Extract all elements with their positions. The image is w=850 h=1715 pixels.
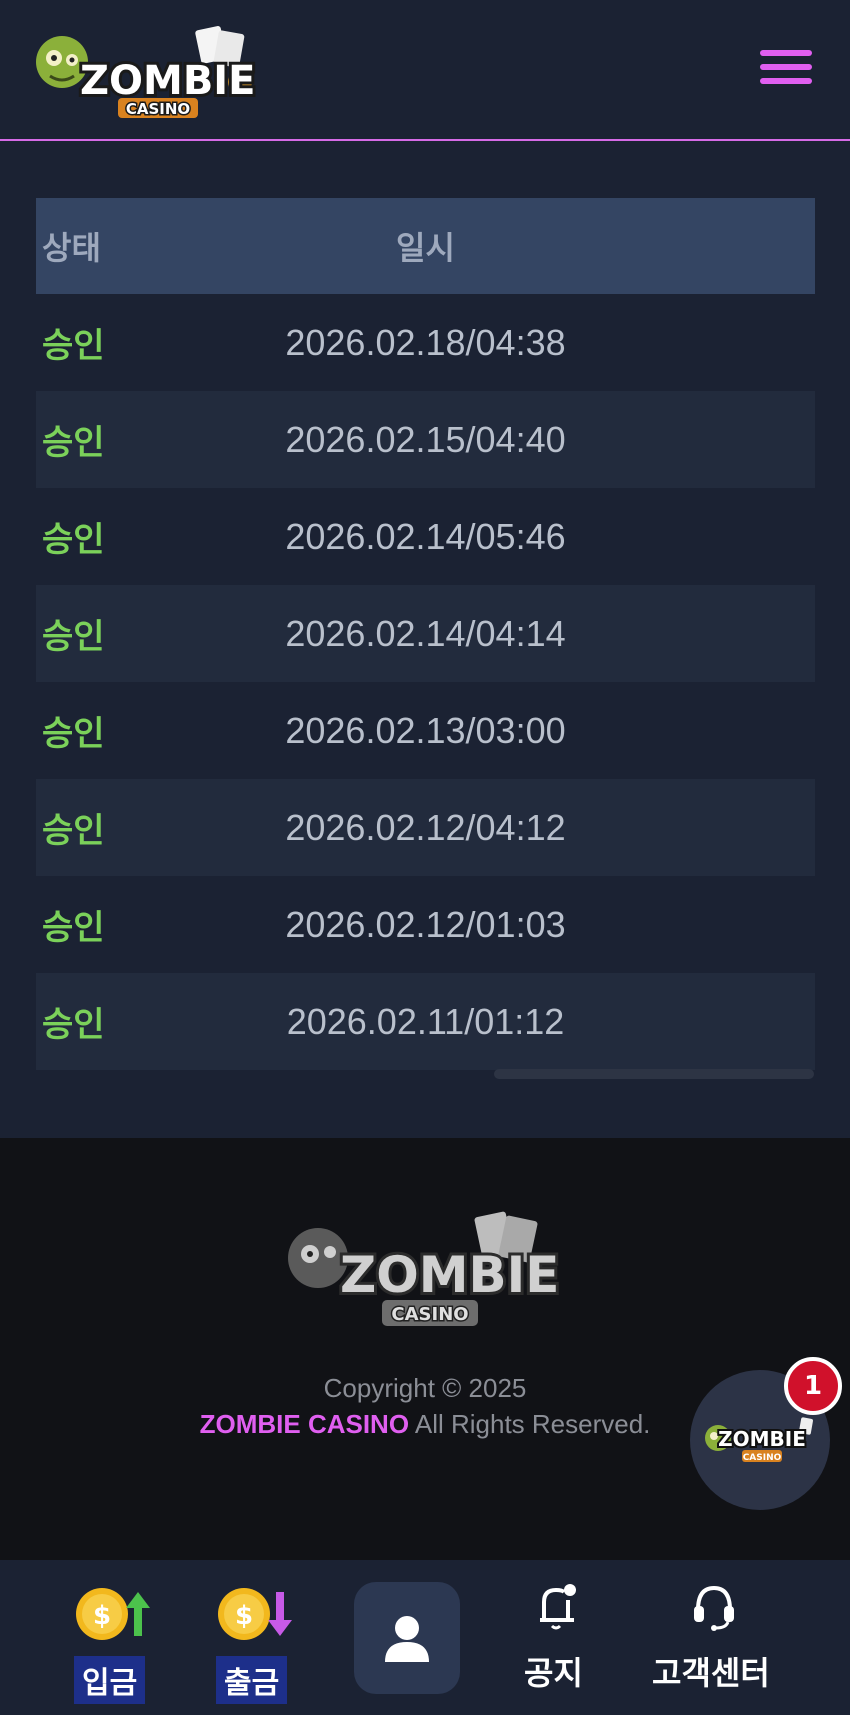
bottom-nav: $ 입금 $ 출금 공지 고객센터 — [0, 1560, 850, 1715]
table-row: 승인 2026.02.18/04:38 — [36, 294, 815, 391]
table-row: 승인 2026.02.14/04:14 — [36, 585, 815, 682]
history-table: 상태 일시 승인 2026.02.18/04:38 승인 2026.02.15/… — [36, 198, 815, 1070]
datetime-cell: 2026.02.12/01:03 — [285, 903, 566, 945]
status-cell: 승인 — [42, 1005, 105, 1045]
headset-icon — [694, 1585, 734, 1631]
status-cell: 승인 — [42, 617, 105, 657]
datetime-cell: 2026.02.15/04:40 — [285, 418, 566, 460]
status-cell: 승인 — [42, 908, 105, 948]
coin-down-icon: $ — [218, 1588, 292, 1640]
bell-icon — [540, 1584, 576, 1630]
nav-support[interactable]: 고객센터 — [640, 1560, 790, 1715]
datetime-cell: 2026.02.18/04:38 — [285, 321, 566, 363]
column-header-status: 상태 — [42, 229, 101, 267]
table-row: 승인 2026.02.12/04:12 — [36, 779, 815, 876]
status-cell: 승인 — [42, 423, 105, 463]
datetime-cell: 2026.02.14/04:14 — [285, 612, 566, 654]
profile-button[interactable] — [354, 1582, 460, 1694]
nav-withdraw-label: 출금 — [216, 1656, 288, 1704]
brand-name: ZOMBIE CASINO — [199, 1409, 410, 1439]
svg-text:CASINO: CASINO — [743, 1453, 782, 1463]
notification-badge: 1 — [784, 1357, 842, 1415]
table-header: 상태 일시 — [36, 198, 815, 294]
column-header-datetime: 일시 — [396, 229, 455, 267]
svg-text:ZOMBIE: ZOMBIE — [340, 1246, 559, 1304]
table-row: 승인 2026.02.14/05:46 — [36, 488, 815, 585]
hamburger-menu-icon[interactable] — [760, 50, 812, 90]
horizontal-scrollbar[interactable] — [494, 1069, 814, 1079]
nav-support-label: 고객센터 — [652, 1654, 770, 1692]
coin-up-icon: $ — [76, 1588, 150, 1640]
nav-notice[interactable]: 공지 — [510, 1560, 600, 1715]
datetime-cell: 2026.02.14/05:46 — [285, 515, 566, 557]
logo-text: ZOMBIE — [80, 58, 256, 104]
nav-deposit-label: 입금 — [74, 1656, 146, 1704]
table-row: 승인 2026.02.15/04:40 — [36, 391, 815, 488]
datetime-cell: 2026.02.13/03:00 — [285, 709, 566, 751]
svg-text:$: $ — [235, 1601, 253, 1631]
status-cell: 승인 — [42, 811, 105, 851]
svg-text:CASINO: CASINO — [126, 100, 190, 118]
zombie-casino-logo[interactable]: ZOMBIE CASINO — [30, 20, 270, 120]
datetime-cell: 2026.02.11/01:12 — [286, 1000, 565, 1042]
table-row: 승인 2026.02.11/01:12 — [36, 973, 815, 1070]
nav-withdraw[interactable]: $ 출금 — [206, 1560, 316, 1715]
table-row: 승인 2026.02.12/01:03 — [36, 876, 815, 973]
status-cell: 승인 — [42, 326, 105, 366]
user-icon — [385, 1616, 429, 1662]
header: ZOMBIE CASINO — [0, 0, 850, 141]
table-body: 승인 2026.02.18/04:38 승인 2026.02.15/04:40 … — [36, 294, 815, 1070]
rights-text: All Rights Reserved. — [409, 1409, 651, 1439]
svg-text:CASINO: CASINO — [391, 1304, 468, 1325]
svg-text:ZOMBIE: ZOMBIE — [718, 1427, 806, 1451]
table-row: 승인 2026.02.13/03:00 — [36, 682, 815, 779]
status-cell: 승인 — [42, 520, 105, 560]
svg-text:$: $ — [93, 1601, 111, 1631]
nav-deposit[interactable]: $ 입금 — [64, 1560, 174, 1715]
datetime-cell: 2026.02.12/04:12 — [285, 806, 566, 848]
nav-notice-label: 공지 — [524, 1654, 583, 1692]
status-cell: 승인 — [42, 714, 105, 754]
footer-logo: ZOMBIE CASINO — [288, 1211, 562, 1327]
